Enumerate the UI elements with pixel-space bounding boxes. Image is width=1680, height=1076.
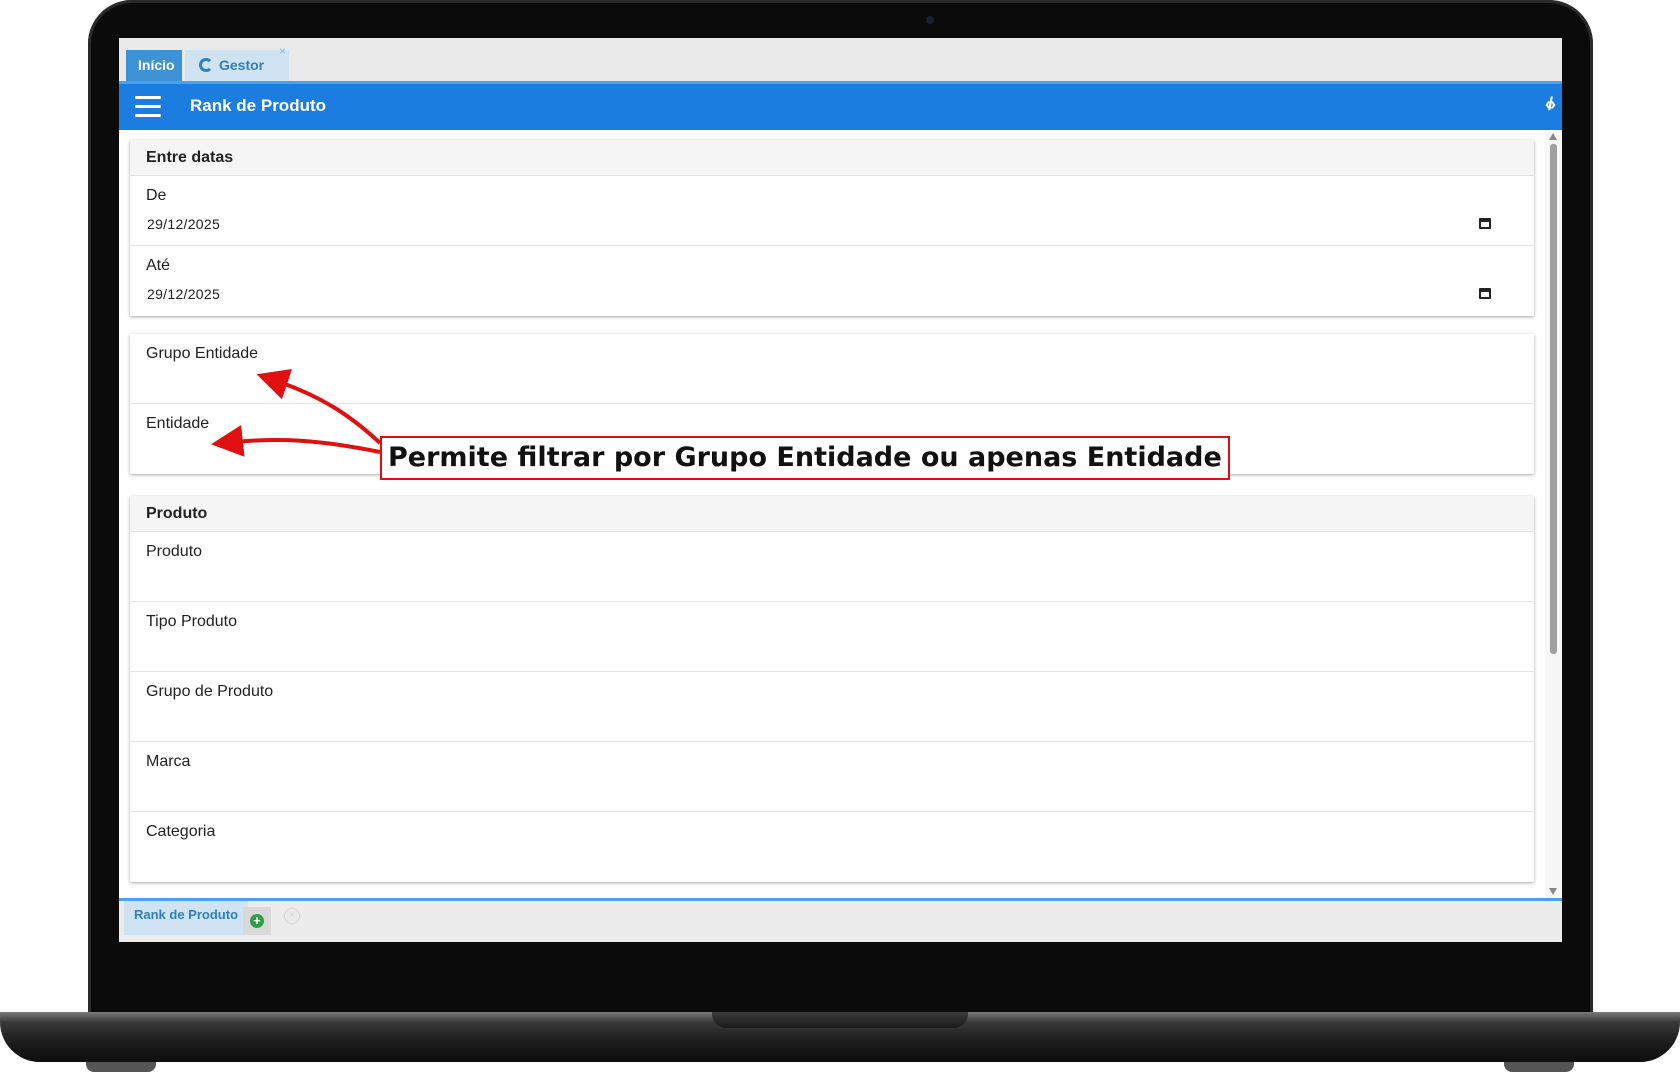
add-tab-button[interactable]: +	[243, 907, 271, 935]
code-toggle-icon[interactable]: ‹/›	[1545, 94, 1556, 115]
product-group-label: Grupo de Produto	[146, 683, 274, 700]
product-section-title: Produto	[130, 496, 1534, 532]
tab-gestor[interactable]: Gestor ×	[185, 44, 289, 81]
hamburger-menu-icon[interactable]	[135, 96, 161, 118]
main-content: Entre datas De 29/12/2025 Até 29/12/2025…	[119, 130, 1545, 898]
date-range-card: Entre datas De 29/12/2025 Até 29/12/2025	[130, 140, 1534, 316]
product-label: Produto	[146, 543, 203, 560]
brand-field[interactable]: Marca	[130, 742, 1534, 812]
laptop-foot-right	[1504, 1062, 1574, 1072]
brand-label: Marca	[146, 753, 191, 770]
close-tab-icon[interactable]: ×	[284, 908, 300, 924]
plus-icon: +	[250, 914, 264, 928]
bottom-tab-rank-produto[interactable]: Rank de Produto	[124, 901, 249, 935]
calendar-icon[interactable]	[1479, 218, 1491, 229]
bottom-tab-bar: Rank de Produto + ×	[119, 898, 1562, 942]
category-field[interactable]: Categoria	[130, 812, 1534, 882]
gestor-logo-icon	[199, 58, 213, 72]
tab-inicio[interactable]: Início	[126, 50, 182, 81]
scroll-up-icon[interactable]	[1549, 133, 1557, 140]
product-type-field[interactable]: Tipo Produto	[130, 602, 1534, 672]
date-from-input[interactable]: 29/12/2025	[147, 216, 220, 232]
app-header: Rank de Produto ‹/›	[119, 84, 1562, 130]
date-to-field[interactable]: Até 29/12/2025	[130, 246, 1534, 316]
laptop-notch	[712, 1012, 968, 1028]
calendar-icon[interactable]	[1479, 288, 1491, 299]
category-label: Categoria	[146, 823, 216, 840]
date-to-input[interactable]: 29/12/2025	[147, 286, 220, 302]
date-to-label: Até	[146, 257, 171, 274]
date-from-field[interactable]: De 29/12/2025	[130, 176, 1534, 246]
product-type-label: Tipo Produto	[146, 613, 238, 630]
tab-bar: Início Gestor ×	[119, 38, 1562, 84]
product-field[interactable]: Produto	[130, 532, 1534, 602]
entity-group-field[interactable]: Grupo Entidade	[130, 334, 1534, 404]
product-card: Produto Produto Tipo Produto Grupo de Pr…	[130, 496, 1534, 882]
scroll-down-icon[interactable]	[1549, 888, 1557, 895]
vertical-scrollbar[interactable]	[1545, 130, 1562, 898]
date-range-title: Entre datas	[130, 140, 1534, 176]
date-from-label: De	[146, 187, 167, 204]
product-group-field[interactable]: Grupo de Produto	[130, 672, 1534, 742]
tab-gestor-label: Gestor	[219, 57, 265, 73]
camera-icon	[926, 16, 934, 24]
annotation-callout: Permite filtrar por Grupo Entidade ou ap…	[380, 436, 1230, 480]
scrollbar-thumb[interactable]	[1550, 144, 1557, 654]
close-icon[interactable]: ×	[279, 44, 286, 58]
laptop-foot-left	[86, 1062, 156, 1072]
page-title: Rank de Produto	[190, 96, 327, 115]
entity-group-label: Grupo Entidade	[146, 345, 259, 362]
screen: Início Gestor × Rank de Produto ‹/› Entr…	[119, 38, 1562, 942]
entity-label: Entidade	[146, 415, 210, 432]
